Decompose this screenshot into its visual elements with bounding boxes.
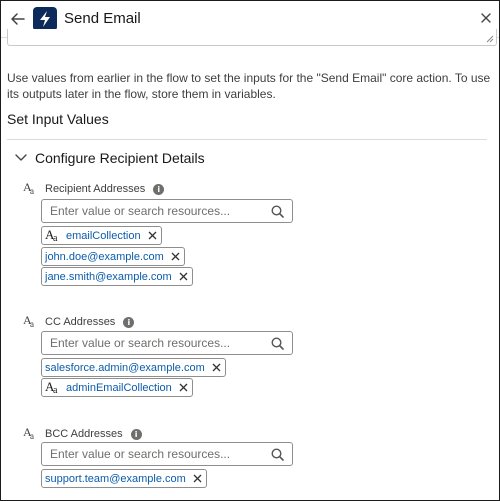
pill-label: emailCollection <box>66 229 141 242</box>
recipient-addresses-input[interactable] <box>50 203 260 219</box>
description-textarea[interactable] <box>7 29 497 46</box>
remove-pill-button[interactable] <box>171 252 180 261</box>
bcc-addresses-label: Aa BCC Addresses i <box>23 425 142 441</box>
info-icon[interactable]: i <box>123 316 135 328</box>
remove-pill-button[interactable] <box>212 363 221 372</box>
cc-addresses-input[interactable] <box>50 335 260 351</box>
recipient-pill[interactable]: john.doe@example.com <box>41 247 185 266</box>
recipient-addresses-search <box>41 199 293 223</box>
text-type-icon: Aa <box>23 425 34 441</box>
panel-title: Send Email <box>64 10 141 27</box>
text-type-icon: Aa <box>23 180 34 196</box>
info-icon[interactable]: i <box>153 183 165 195</box>
close-button[interactable] <box>479 11 493 25</box>
pill-label: adminEmailCollection <box>66 381 172 394</box>
divider <box>7 139 487 140</box>
send-email-panel: Send Email Use values from earlier in th… <box>0 0 500 501</box>
remove-pill-button[interactable] <box>179 272 188 281</box>
close-icon <box>171 252 180 261</box>
configure-recipient-details-toggle[interactable]: Configure Recipient Details <box>15 150 205 166</box>
group-label: Configure Recipient Details <box>35 150 205 166</box>
text-type-icon: Aa <box>45 227 58 244</box>
close-icon <box>212 363 221 372</box>
bcc-addresses-input[interactable] <box>50 446 260 462</box>
recipient-pill[interactable]: jane.smith@example.com <box>41 267 193 286</box>
pill-label: john.doe@example.com <box>45 250 164 263</box>
pill-label: support.team@example.com <box>45 472 186 485</box>
close-icon <box>179 383 188 392</box>
search-icon <box>271 205 284 218</box>
remove-pill-button[interactable] <box>148 231 157 240</box>
action-description: Use values from earlier in the flow to s… <box>7 71 491 101</box>
cc-pill[interactable]: Aa adminEmailCollection <box>41 378 193 397</box>
lightning-bolt-icon <box>33 7 57 31</box>
close-icon <box>148 231 157 240</box>
cc-pill[interactable]: salesforce.admin@example.com <box>41 358 226 377</box>
text-type-icon: Aa <box>23 313 34 329</box>
search-icon <box>271 448 284 461</box>
pill-label: salesforce.admin@example.com <box>45 361 205 374</box>
search-icon <box>271 337 284 350</box>
chevron-down-icon <box>15 154 27 161</box>
close-icon <box>193 474 202 483</box>
pill-label: jane.smith@example.com <box>45 270 172 283</box>
remove-pill-button[interactable] <box>179 383 188 392</box>
back-button[interactable] <box>9 10 27 28</box>
close-icon <box>179 272 188 281</box>
recipient-pill[interactable]: Aa emailCollection <box>41 226 162 245</box>
close-icon <box>481 13 491 23</box>
section-title: Set Input Values <box>7 111 109 127</box>
text-type-icon: Aa <box>45 379 58 396</box>
cc-addresses-search <box>41 331 293 355</box>
resize-grip-icon[interactable] <box>486 35 494 43</box>
recipient-addresses-label: Aa Recipient Addresses i <box>23 180 165 196</box>
info-icon[interactable]: i <box>130 428 142 440</box>
cc-addresses-label: Aa CC Addresses i <box>23 313 135 329</box>
remove-pill-button[interactable] <box>193 474 202 483</box>
bcc-pill[interactable]: support.team@example.com <box>41 469 207 488</box>
arrow-left-icon <box>11 13 25 25</box>
bcc-addresses-search <box>41 442 293 466</box>
